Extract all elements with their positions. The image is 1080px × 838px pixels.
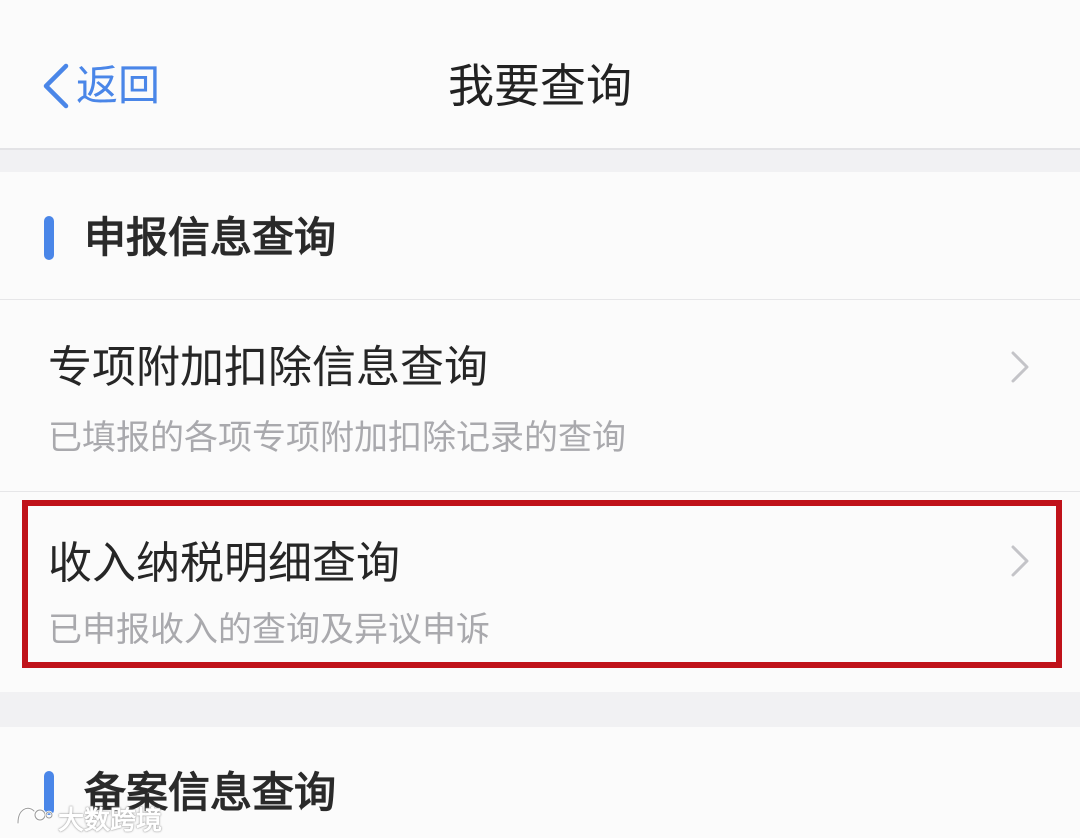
list-item-income-tax-detail-query[interactable]: 收入纳税明细查询 已申报收入的查询及异议申诉 <box>0 502 1080 674</box>
list-item-special-deduction-query[interactable]: 专项附加扣除信息查询 已填报的各项专项附加扣除记录的查询 <box>0 302 1080 492</box>
watermark: 大数跨境 <box>14 798 162 838</box>
list-item-subtitle: 已申报收入的查询及异议申诉 <box>48 610 490 650</box>
page-title: 我要查询 <box>448 59 632 113</box>
chevron-right-icon <box>1010 544 1030 578</box>
list-item-title: 专项附加扣除信息查询 <box>48 342 488 393</box>
list-item-subtitle: 已填报的各项专项附加扣除记录的查询 <box>48 418 626 458</box>
navigation-bar: 返回 我要查询 <box>0 0 1080 150</box>
section-card-declaration: 申报信息查询 专项附加扣除信息查询 已填报的各项专项附加扣除记录的查询 收入纳税… <box>0 172 1080 692</box>
list-item-title: 收入纳税明细查询 <box>48 538 400 589</box>
section-accent-bar <box>44 216 54 260</box>
section-title: 申报信息查询 <box>84 213 337 262</box>
chevron-right-icon <box>1010 350 1030 384</box>
watermark-text: 大数跨境 <box>58 805 163 836</box>
watermark-logo-icon <box>14 801 54 835</box>
section-header: 申报信息查询 <box>0 172 1080 300</box>
